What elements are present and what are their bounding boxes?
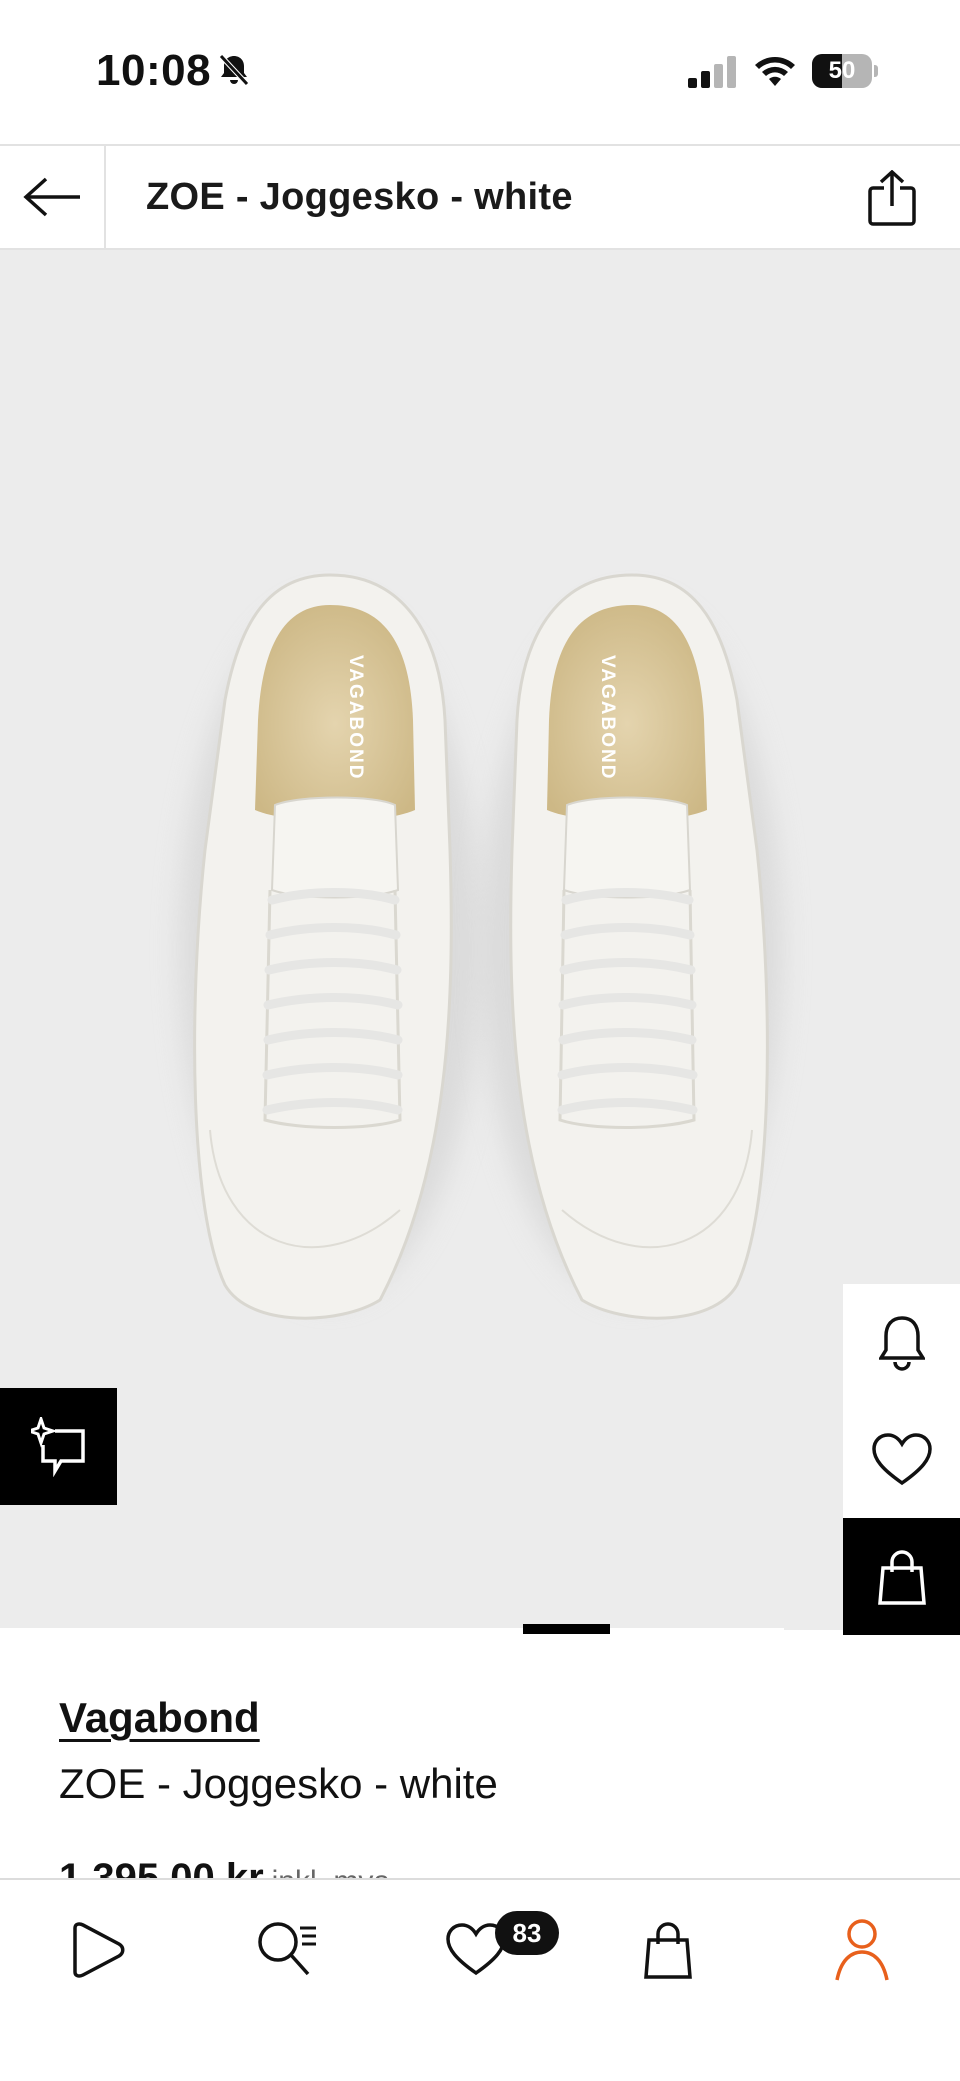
right-shoe: VAGABOND [509, 573, 769, 1320]
battery-icon: 50 [812, 54, 878, 88]
similar-items-button[interactable] [0, 1388, 117, 1505]
product-image[interactable]: VAGABOND VAGABOND [0, 250, 960, 1630]
arrow-left-icon [23, 177, 80, 217]
carousel-track [0, 1628, 784, 1634]
carousel-indicator-active [523, 1624, 610, 1634]
insole-logo-right: VAGABOND [597, 655, 618, 780]
nav-search[interactable] [248, 1910, 328, 1990]
bell-off-icon [219, 54, 249, 86]
heart-icon [871, 1432, 932, 1485]
price: 1 395,00 kr [59, 1858, 264, 1880]
bottom-nav: 83 [0, 1878, 960, 2081]
status-time: 10:08 [96, 46, 212, 95]
header-title: ZOE - Joggesko - white [146, 176, 573, 218]
notify-button[interactable] [843, 1284, 960, 1401]
home-play-icon [73, 1922, 125, 1978]
brand-link[interactable]: Vagabond [59, 1694, 260, 1742]
product-name: ZOE - Joggesko - white [59, 1760, 498, 1807]
wishlist-button[interactable] [843, 1401, 960, 1518]
side-actions [843, 1284, 960, 1635]
share-icon[interactable] [866, 170, 918, 226]
wifi-icon [755, 57, 795, 86]
sparkle-frame-icon [30, 1416, 85, 1477]
signal-icon [688, 56, 736, 88]
battery-level: 50 [828, 57, 856, 84]
bell-icon [878, 1315, 925, 1371]
nav-home[interactable] [56, 1910, 136, 1990]
left-shoe: VAGABOND [193, 573, 453, 1320]
bag-icon [644, 1922, 692, 1979]
sneakers-image: VAGABOND VAGABOND [180, 573, 782, 1320]
bag-icon [877, 1549, 926, 1605]
back-button[interactable] [0, 146, 106, 248]
wishlist-count-badge: 83 [495, 1911, 559, 1955]
nav-bag[interactable] [628, 1910, 708, 1990]
profile-icon [835, 1919, 889, 1981]
insole-logo-left: VAGABOND [345, 655, 366, 780]
status-bar: 10:08 50 [0, 0, 960, 144]
search-icon [258, 1922, 316, 1976]
nav-profile[interactable] [822, 1910, 902, 1990]
product-header: ZOE - Joggesko - white [0, 144, 960, 250]
price-row: 1 395,00 krinkl. mva. [59, 1858, 659, 1880]
add-to-bag-button[interactable] [843, 1518, 960, 1635]
